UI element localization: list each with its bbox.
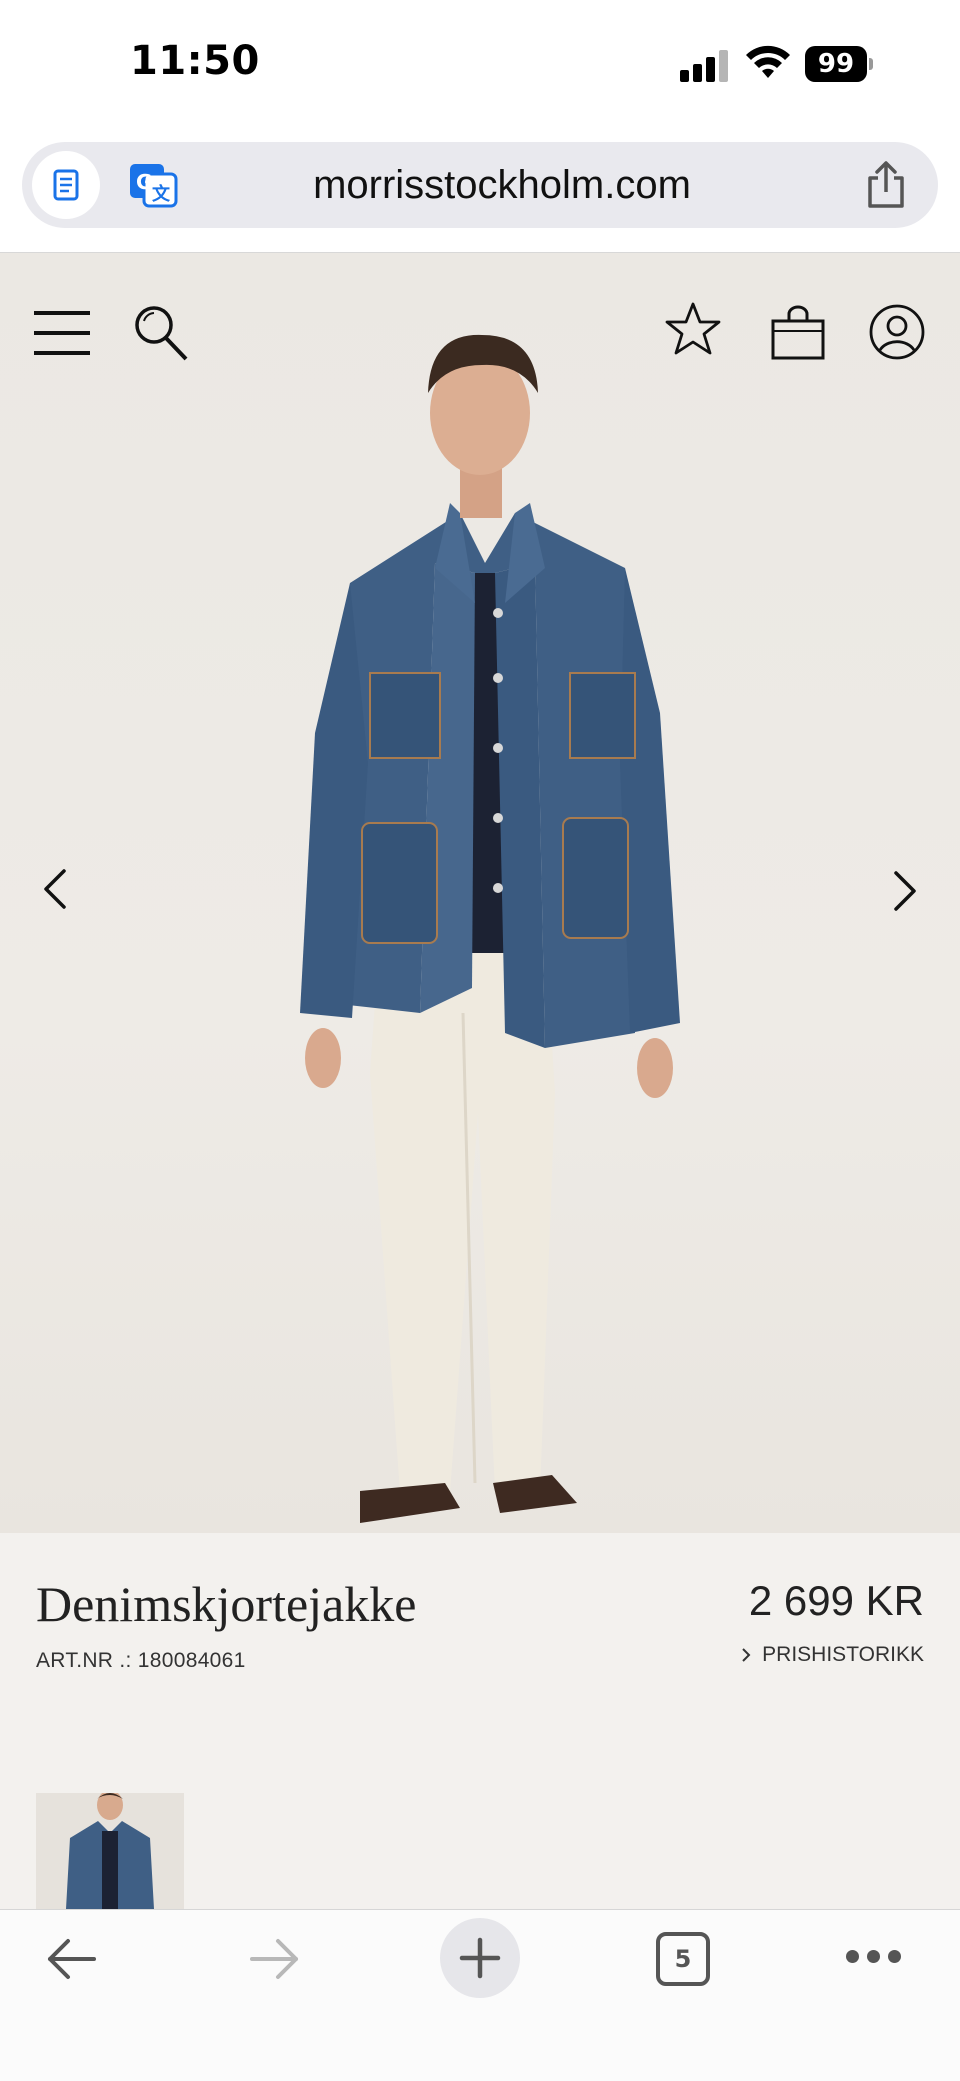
chevron-right-icon[interactable]	[884, 869, 924, 913]
hamburger-menu-icon[interactable]	[34, 309, 90, 357]
account-icon[interactable]	[868, 303, 926, 361]
back-arrow-icon[interactable]	[44, 1936, 98, 1982]
url-text[interactable]: morrisstockholm.com	[202, 142, 802, 228]
search-icon[interactable]	[132, 303, 190, 363]
forward-arrow-icon[interactable]	[248, 1936, 302, 1982]
more-options-icon[interactable]	[846, 1950, 902, 1964]
wifi-icon	[746, 45, 790, 78]
status-time: 11:50	[130, 38, 260, 84]
product-image-gallery[interactable]	[0, 253, 960, 1533]
new-tab-button[interactable]	[440, 1918, 520, 1998]
shopping-bag-icon[interactable]	[770, 305, 826, 361]
cellular-signal-icon	[680, 50, 730, 82]
product-info: Denimskjortejakke 2 699 KR ART.NR .: 180…	[0, 1533, 960, 1909]
reader-mode-button[interactable]	[32, 151, 100, 219]
svg-text:G: G	[136, 170, 152, 194]
status-bar: 11:50 99	[0, 0, 960, 130]
translate-icon[interactable]: G 文	[128, 160, 178, 210]
chevron-left-icon[interactable]	[36, 867, 76, 911]
product-title: Denimskjortejakke	[36, 1576, 417, 1632]
article-number: ART.NR .: 180084061	[36, 1649, 246, 1672]
tabs-count-button[interactable]: 5	[656, 1932, 710, 1986]
svg-text:文: 文	[152, 183, 171, 205]
product-thumbnail[interactable]	[36, 1793, 184, 1909]
price-history-link[interactable]: PRISHISTORIKK	[740, 1643, 924, 1667]
share-icon[interactable]	[864, 160, 908, 210]
battery-icon: 99	[805, 46, 873, 82]
product-price: 2 699 KR	[748, 1577, 924, 1624]
reader-icon	[53, 169, 79, 201]
chevron-right-icon	[742, 1648, 751, 1662]
browser-toolbar: 5	[0, 1909, 960, 2081]
address-bar[interactable]: G 文 morrisstockholm.com	[22, 142, 938, 228]
price-history-label: PRISHISTORIKK	[762, 1643, 924, 1666]
battery-level: 99	[805, 46, 867, 82]
plus-icon	[459, 1937, 501, 1979]
product-photo	[300, 334, 680, 1523]
